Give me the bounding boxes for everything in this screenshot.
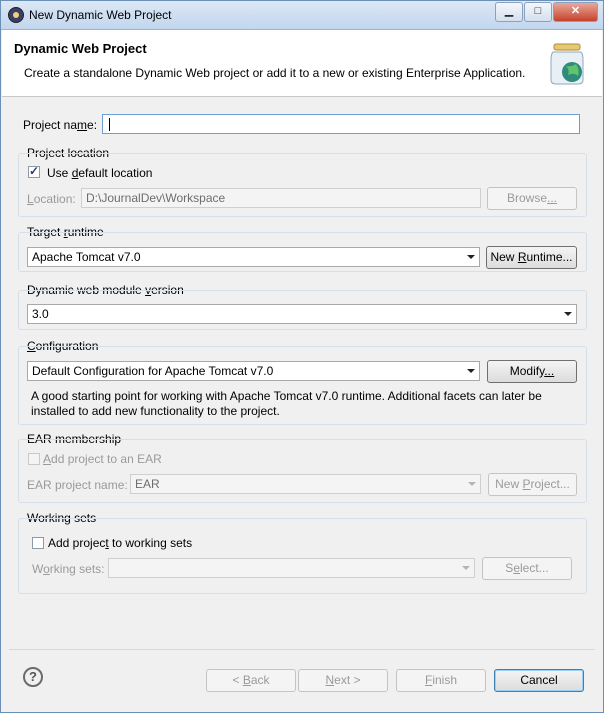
wizard-banner: Dynamic Web Project Create a standalone …: [2, 30, 602, 97]
use-default-location-label: Use default location: [47, 166, 153, 180]
chevron-down-icon: [564, 312, 572, 316]
working-sets-field-label: Working sets:: [32, 562, 105, 576]
help-icon[interactable]: ?: [23, 667, 43, 687]
configuration-select[interactable]: Default Configuration for Apache Tomcat …: [27, 361, 480, 381]
location-input[interactable]: D:\JournalDev\Workspace: [81, 188, 481, 208]
footer-separator: [9, 649, 595, 650]
maximize-button[interactable]: □: [524, 2, 552, 22]
page-description: Create a standalone Dynamic Web project …: [24, 66, 526, 80]
dialog-window: New Dynamic Web Project ▁ □ ✕ Dynamic We…: [0, 0, 604, 713]
working-sets-select[interactable]: [108, 558, 475, 578]
eclipse-icon: [8, 7, 24, 23]
select-button[interactable]: Select...: [482, 557, 572, 580]
web-project-jar-icon: [550, 43, 584, 85]
chevron-down-icon: [468, 482, 476, 486]
configuration-description-line2: installed to add new functionality to th…: [31, 404, 280, 418]
new-project-button[interactable]: New Project...: [488, 473, 577, 496]
new-runtime-button[interactable]: New Runtime...: [486, 246, 577, 269]
module-version-select[interactable]: 3.0: [27, 304, 577, 324]
working-sets-group: [18, 518, 587, 594]
add-to-ear-label: Add project to an EAR: [43, 452, 162, 466]
next-button[interactable]: Next >: [298, 669, 388, 692]
chevron-down-icon: [462, 566, 470, 570]
add-to-working-sets-checkbox[interactable]: [32, 537, 44, 549]
ear-project-name-label: EAR project name:: [27, 478, 128, 492]
page-title: Dynamic Web Project: [14, 41, 147, 56]
text-caret: [109, 118, 110, 131]
add-to-ear-checkbox[interactable]: [28, 453, 40, 465]
location-label: Location:: [27, 192, 76, 206]
project-name-input[interactable]: [102, 114, 580, 134]
configuration-description-line1: A good starting point for working with A…: [31, 389, 542, 403]
browse-button[interactable]: Browse...: [487, 187, 577, 210]
ear-project-name-select[interactable]: EAR: [130, 474, 481, 494]
close-button[interactable]: ✕: [553, 2, 598, 22]
target-runtime-select[interactable]: Apache Tomcat v7.0: [27, 247, 480, 267]
window-title: New Dynamic Web Project: [29, 8, 172, 22]
window-controls: ▁ □ ✕: [495, 2, 598, 22]
chevron-down-icon: [467, 369, 475, 373]
title-bar[interactable]: New Dynamic Web Project ▁ □ ✕: [1, 1, 603, 30]
project-name-label: Project name:: [23, 118, 98, 132]
cancel-button[interactable]: Cancel: [494, 669, 584, 692]
add-to-working-sets-label: Add project to working sets: [48, 536, 193, 550]
use-default-location-checkbox[interactable]: [28, 164, 40, 178]
chevron-down-icon: [467, 255, 475, 259]
minimize-button[interactable]: ▁: [495, 2, 523, 22]
back-button[interactable]: < Back: [206, 669, 296, 692]
finish-button[interactable]: Finish: [396, 669, 486, 692]
modify-button[interactable]: Modify...: [487, 360, 577, 383]
